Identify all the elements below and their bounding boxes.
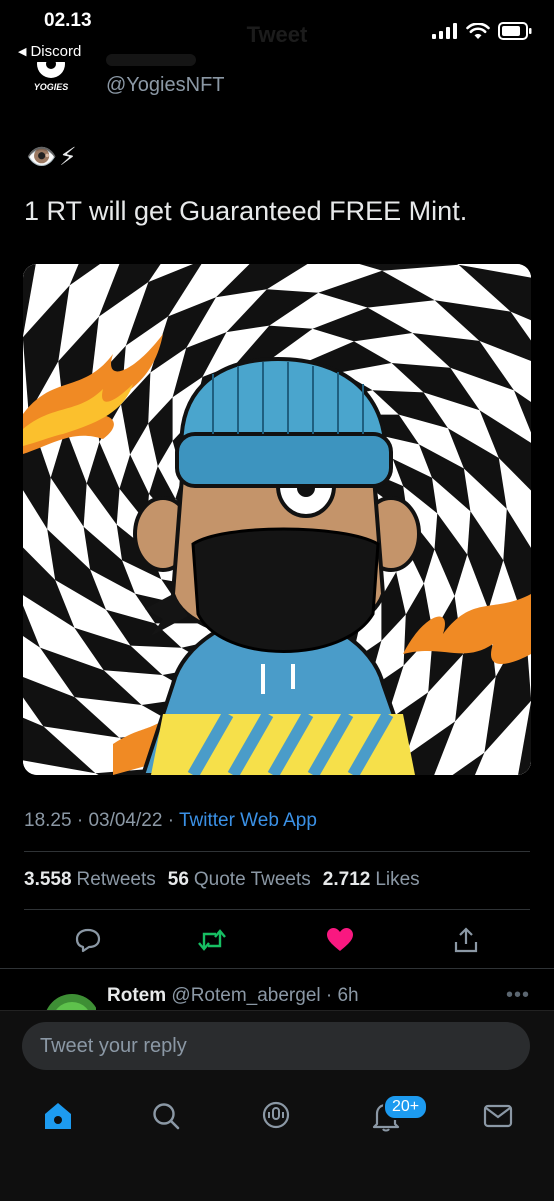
wifi-icon: [466, 22, 490, 39]
reply-button[interactable]: [70, 922, 106, 958]
retweet-icon: [198, 929, 226, 951]
divider: [24, 909, 530, 910]
spaces-icon: [262, 1101, 290, 1129]
retweet-button[interactable]: [194, 922, 230, 958]
reply-author-name: Rotem: [107, 985, 167, 1006]
tab-spaces[interactable]: [256, 1096, 296, 1136]
reply-handle-time: @Rotem_abergel · 6h: [171, 985, 359, 1006]
battery-icon: [498, 22, 532, 40]
messages-icon: [483, 1104, 513, 1128]
tweet-time: 18.25: [24, 810, 72, 831]
author-avatar[interactable]: YOGIES: [28, 62, 74, 96]
status-icons: [432, 22, 532, 40]
share-icon: [454, 927, 478, 953]
signal-icon: [432, 23, 457, 39]
avatar-logo-text: YOGIES: [34, 82, 69, 92]
like-icon: [327, 928, 353, 951]
share-button[interactable]: [448, 922, 484, 958]
like-button[interactable]: [322, 922, 358, 958]
author-name-obscured: [106, 54, 196, 66]
divider: [0, 968, 554, 969]
meta-separator: ·: [167, 810, 179, 831]
search-icon: [153, 1103, 180, 1130]
likes-count: 2.712: [322, 869, 371, 890]
tweet-timestamp: 18.25 · 03/04/22 · Twitter Web App: [24, 810, 317, 832]
more-options-icon[interactable]: •••: [506, 984, 530, 1007]
tweet-source-link[interactable]: Twitter Web App: [179, 810, 317, 831]
tweet-media-image[interactable]: [23, 264, 531, 775]
quotes-label: Quote Tweets: [193, 869, 311, 890]
retweets-stat[interactable]: 3.558 Retweets: [24, 869, 156, 891]
likes-label: Likes: [375, 869, 420, 890]
tweet-text: 1 RT will get Guaranteed FREE Mint.: [24, 196, 468, 226]
likes-stat[interactable]: 2.712 Likes: [323, 869, 420, 891]
reply-author[interactable]: Rotem @Rotem_abergel · 6h: [107, 985, 359, 1007]
reply-input[interactable]: [22, 1022, 530, 1070]
notifications-badge: 20+: [383, 1094, 429, 1120]
tweet-emojis: 👁️⚡: [26, 143, 79, 171]
home-icon: [45, 1103, 71, 1129]
tab-messages[interactable]: [478, 1096, 518, 1136]
tab-search[interactable]: [146, 1096, 186, 1136]
retweets-label: Retweets: [76, 869, 156, 890]
tab-home[interactable]: [38, 1096, 78, 1136]
nft-artwork: [23, 264, 531, 775]
tweet-date: 03/04/22: [88, 810, 163, 831]
author-handle[interactable]: @YogiesNFT: [106, 74, 225, 97]
quote-tweets-stat[interactable]: 56 Quote Tweets: [168, 869, 311, 891]
reply-icon: [75, 928, 101, 953]
tweet-stats: 3.558 Retweets 56 Quote Tweets 2.712 Likes: [24, 869, 420, 891]
quotes-count: 56: [167, 869, 189, 890]
retweets-count: 3.558: [24, 869, 72, 890]
divider: [24, 851, 530, 852]
meta-separator: ·: [76, 810, 89, 831]
